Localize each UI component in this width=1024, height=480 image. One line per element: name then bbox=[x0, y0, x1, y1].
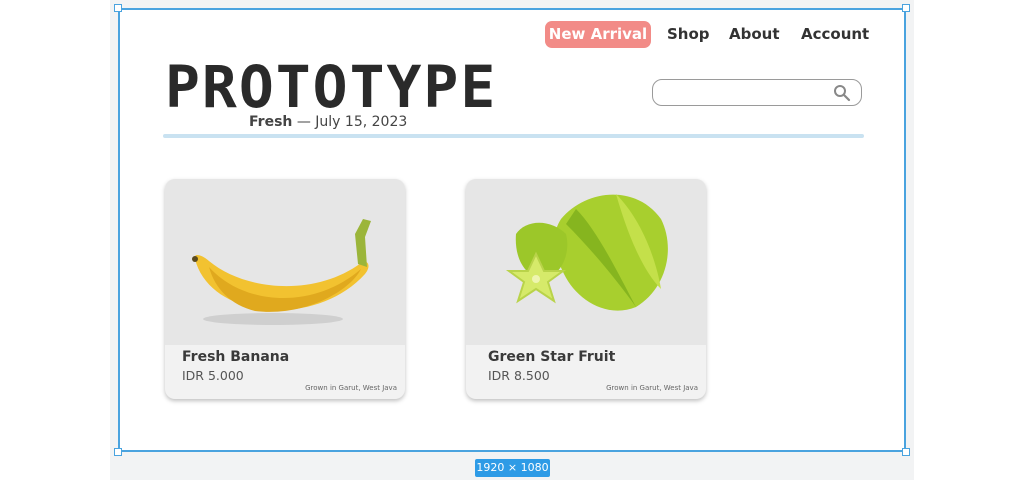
artboard-size-badge: 1920 × 1080 bbox=[475, 459, 550, 477]
header-divider bbox=[163, 134, 864, 138]
banana-image bbox=[192, 219, 371, 325]
tagline-separator: — bbox=[296, 114, 311, 130]
star-fruit-image bbox=[505, 194, 668, 311]
product-origin: Grown in Garut, West Java bbox=[606, 384, 698, 392]
search-icon[interactable] bbox=[833, 84, 851, 102]
search-input[interactable] bbox=[661, 80, 831, 104]
product-price: IDR 8.500 bbox=[488, 368, 550, 383]
resize-handle-top-left[interactable] bbox=[114, 4, 122, 12]
product-card[interactable]: Fresh Banana IDR 5.000 Grown in Garut, W… bbox=[165, 179, 405, 399]
nav-shop[interactable]: Shop bbox=[667, 21, 710, 48]
product-price: IDR 5.000 bbox=[182, 368, 244, 383]
product-card[interactable]: Green Star Fruit IDR 8.500 Grown in Garu… bbox=[466, 179, 706, 399]
product-name: Fresh Banana bbox=[182, 349, 290, 365]
product-image[interactable] bbox=[165, 179, 405, 345]
tagline: Fresh — July 15, 2023 bbox=[249, 114, 407, 130]
product-name: Green Star Fruit bbox=[488, 349, 616, 365]
nav-account[interactable]: Account bbox=[801, 21, 869, 48]
resize-handle-bottom-right[interactable] bbox=[902, 448, 910, 456]
tagline-label: Fresh bbox=[249, 114, 293, 130]
resize-handle-bottom-left[interactable] bbox=[114, 448, 122, 456]
product-image[interactable] bbox=[466, 179, 706, 345]
site-logo[interactable]: PROTOTYPE bbox=[165, 58, 497, 116]
tagline-date: July 15, 2023 bbox=[315, 114, 408, 130]
nav-about[interactable]: About bbox=[729, 21, 780, 48]
search-box[interactable] bbox=[652, 79, 862, 106]
resize-handle-top-right[interactable] bbox=[902, 4, 910, 12]
product-origin: Grown in Garut, West Java bbox=[305, 384, 397, 392]
nav-new-arrival[interactable]: New Arrival bbox=[545, 21, 651, 48]
